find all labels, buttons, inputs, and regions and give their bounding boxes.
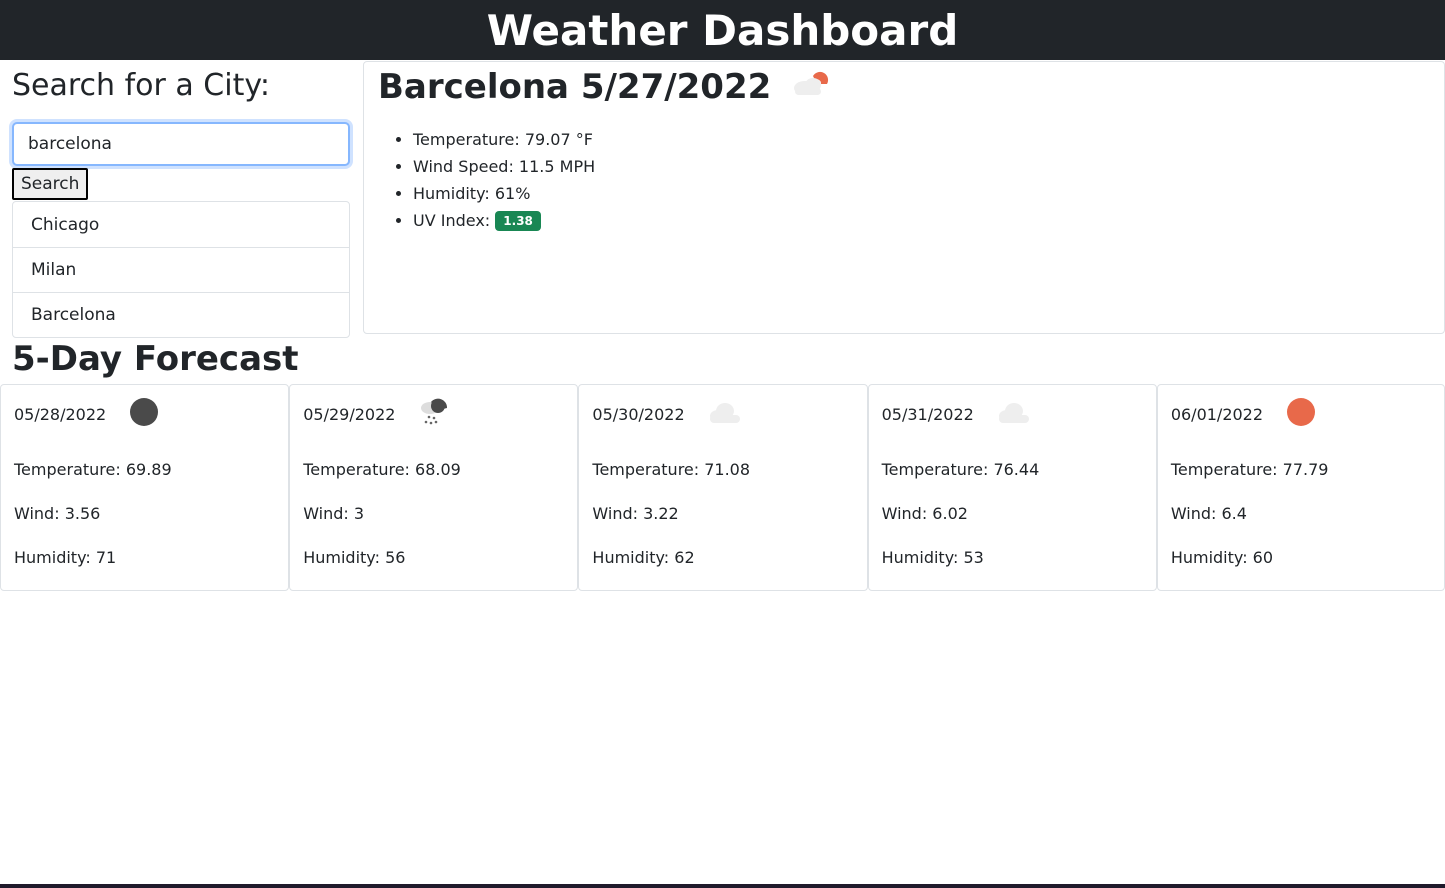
forecast-card: 05/30/2022 Temperature: 71.08 Wind: 3.22… — [578, 384, 868, 591]
forecast-wind: Wind: 3.22 — [592, 504, 679, 523]
uv-index-badge: 1.38 — [495, 211, 541, 232]
snow-icon — [417, 396, 449, 432]
current-weather-stats: Temperature: 79.07 °F Wind Speed: 11.5 M… — [378, 126, 1430, 234]
forecast-wind: Wind: 6.4 — [1170, 504, 1247, 523]
forecast-wind: Wind: 3.56 — [14, 504, 101, 523]
cloud-icon — [996, 398, 1032, 430]
forecast-wind: Wind: 3 — [303, 504, 365, 523]
current-temperature: Temperature: 79.07 °F — [413, 126, 1430, 153]
forecast-card-header: 06/01/2022 — [1170, 398, 1431, 427]
forecast-cards: 05/28/2022 Temperature: 69.89 Wind: 3.56… — [0, 384, 1445, 591]
city-search-input[interactable] — [12, 122, 350, 166]
forecast-humidity: Humidity: 56 — [303, 548, 406, 567]
uv-index-label: UV Index: — [413, 210, 491, 230]
current-weather-title: Barcelona 5/27/2022 — [378, 66, 1430, 108]
forecast-humidity: Humidity: 62 — [592, 548, 695, 567]
forecast-card-header: 05/30/2022 — [592, 401, 853, 427]
app-title: Weather Dashboard — [486, 5, 959, 55]
bottom-edge — [0, 884, 1445, 888]
forecast-card: 06/01/2022 Temperature: 77.79 Wind: 6.4 … — [1156, 384, 1445, 591]
forecast-date: 06/01/2022 — [1170, 404, 1264, 424]
forecast-card-header: 05/31/2022 — [882, 401, 1143, 427]
top-row: Search for a City: Search Chicago Milan … — [0, 60, 1445, 338]
sun-icon — [1285, 396, 1317, 432]
forecast-temperature: Temperature: 76.44 — [881, 460, 1040, 479]
forecast-date: 05/29/2022 — [303, 404, 396, 424]
forecast-card: 05/29/2022 Temperature: 68.09 Wind: 3 Hu… — [289, 384, 579, 591]
current-humidity: Humidity: 61% — [413, 180, 1430, 207]
forecast-date: 05/28/2022 — [14, 404, 107, 424]
current-uv-index: UV Index: 1.38 — [413, 207, 1430, 234]
overcast-icon — [128, 396, 160, 432]
forecast-card: 05/28/2022 Temperature: 69.89 Wind: 3.56… — [0, 384, 290, 591]
forecast-temperature: Temperature: 68.09 — [303, 460, 461, 479]
search-title: Search for a City: — [12, 68, 271, 103]
forecast-humidity: Humidity: 71 — [14, 548, 117, 567]
search-panel: Search for a City: Search Chicago Milan … — [0, 60, 363, 338]
forecast-title: 5-Day Forecast — [12, 339, 299, 379]
forecast-temperature: Temperature: 71.08 — [592, 460, 751, 479]
forecast-temperature: Temperature: 69.89 — [14, 460, 172, 479]
current-wind-speed: Wind Speed: 11.5 MPH — [413, 153, 1430, 180]
current-weather-panel: Barcelona 5/27/2022 Temperature: 79.07 °… — [363, 61, 1445, 334]
forecast-card-header: 05/28/2022 — [14, 398, 275, 427]
history-item-barcelona[interactable]: Barcelona — [13, 292, 349, 337]
forecast-wind: Wind: 6.02 — [881, 504, 968, 523]
search-history-list: Chicago Milan Barcelona — [12, 201, 350, 338]
search-button[interactable]: Search — [12, 168, 89, 200]
cloud-icon — [707, 398, 743, 430]
app-header: Weather Dashboard — [0, 0, 1445, 60]
forecast-humidity: Humidity: 60 — [1170, 548, 1274, 567]
forecast-date: 05/30/2022 — [592, 404, 685, 424]
forecast-temperature: Temperature: 77.79 — [1170, 460, 1329, 479]
forecast-card-header: 05/29/2022 — [303, 398, 564, 427]
forecast-card: 05/31/2022 Temperature: 76.44 Wind: 6.02… — [867, 384, 1157, 591]
current-city-date: Barcelona 5/27/2022 — [378, 66, 772, 107]
partly-cloudy-icon — [791, 66, 831, 108]
forecast-humidity: Humidity: 53 — [881, 548, 984, 567]
history-item-milan[interactable]: Milan — [13, 247, 349, 292]
history-item-chicago[interactable]: Chicago — [13, 202, 349, 247]
forecast-date: 05/31/2022 — [881, 404, 974, 424]
